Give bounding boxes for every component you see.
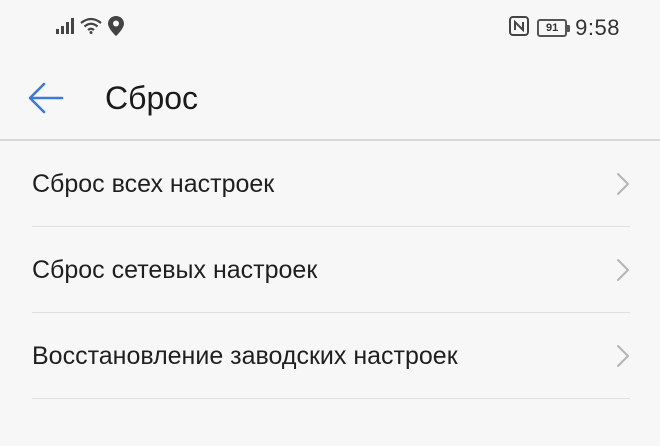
chevron-right-icon	[616, 172, 630, 196]
list-item-reset-network-settings[interactable]: Сброс сетевых настроек	[0, 227, 660, 313]
battery-level: 91	[546, 21, 559, 34]
wifi-icon	[80, 17, 102, 39]
list-item-label: Сброс всех настроек	[32, 170, 275, 198]
list-item-label: Восстановление заводских настроек	[32, 342, 458, 370]
back-button[interactable]	[26, 78, 74, 118]
back-arrow-icon	[26, 82, 66, 122]
location-icon	[108, 15, 124, 41]
divider	[32, 398, 630, 399]
settings-list: Сброс всех настроек Сброс сетевых настро…	[0, 141, 660, 399]
app-header: Сброс	[0, 56, 660, 140]
status-time: 9:58	[575, 15, 620, 40]
list-item-label: Сброс сетевых настроек	[32, 256, 318, 284]
status-bar-right: 91 9:58	[509, 14, 620, 42]
chevron-right-icon	[616, 258, 630, 282]
list-item-reset-all-settings[interactable]: Сброс всех настроек	[0, 141, 660, 227]
nfc-icon	[509, 15, 530, 41]
page-title: Сброс	[105, 80, 199, 116]
status-bar: 91 9:58	[0, 0, 660, 56]
status-bar-left	[56, 14, 124, 42]
signal-icon	[56, 17, 74, 39]
list-item-factory-reset[interactable]: Восстановление заводских настроек	[0, 313, 660, 399]
battery-icon: 91	[537, 19, 571, 37]
chevron-right-icon	[616, 344, 630, 368]
